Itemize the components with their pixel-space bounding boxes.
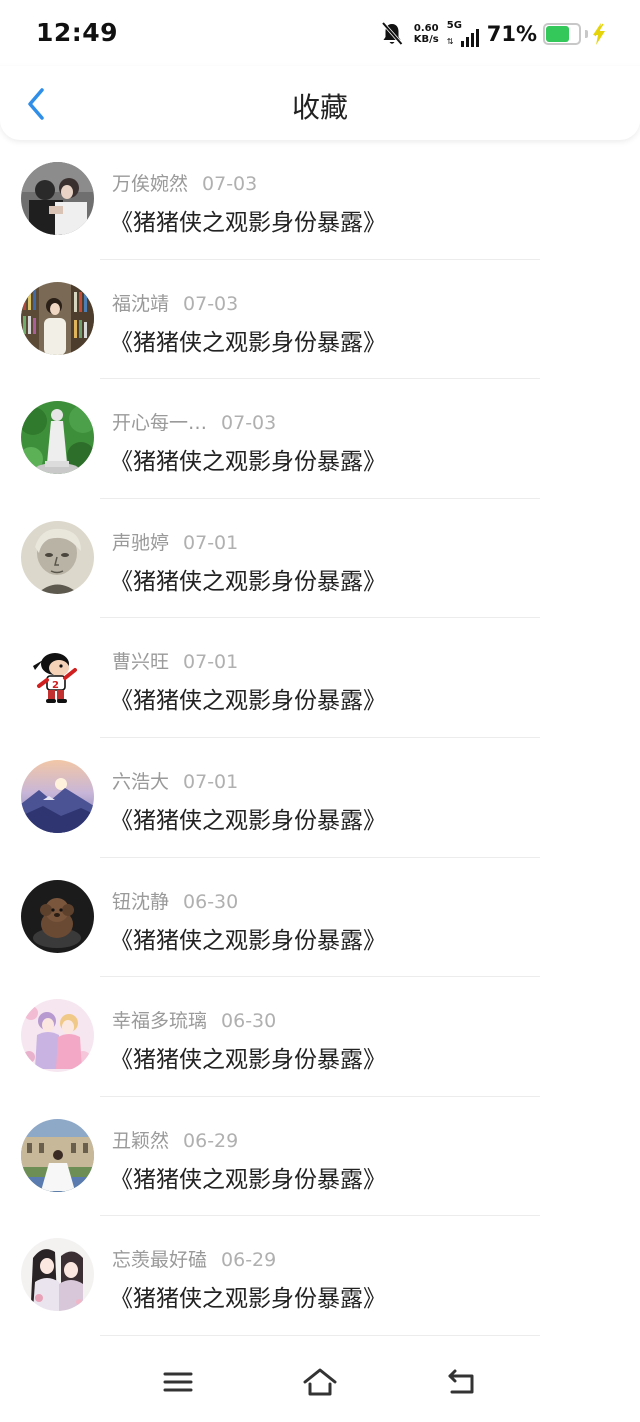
back-return-icon xyxy=(448,1369,474,1394)
item-date: 07-03 xyxy=(202,173,258,195)
item-title[interactable]: 《猪猪侠之观影身份暴露》 xyxy=(110,801,386,835)
item-meta: 声驰婷 07-01 xyxy=(112,528,238,555)
library-girl-avatar xyxy=(21,281,94,355)
bell-muted-icon xyxy=(381,21,403,46)
list-item[interactable]: 钮沈静 06-30 《猪猪侠之观影身份暴露》 xyxy=(0,858,640,978)
item-author: 忘羡最好磕 xyxy=(112,1249,208,1272)
avatar[interactable] xyxy=(21,520,94,594)
item-date: 06-29 xyxy=(183,1129,239,1152)
item-title[interactable]: 《猪猪侠之观影身份暴露》 xyxy=(110,921,386,955)
menu-icon xyxy=(163,1372,193,1392)
signal-bars xyxy=(460,29,479,47)
system-nav-bar xyxy=(0,1340,640,1422)
item-author: 万俟婉然 xyxy=(112,173,189,195)
item-date: 07-01 xyxy=(183,651,239,674)
network-speed: 0.60 KB/s xyxy=(414,23,439,45)
item-author: 曹兴旺 xyxy=(112,651,170,674)
anime-couple-avatar xyxy=(21,1238,94,1312)
avatar[interactable] xyxy=(21,281,94,355)
item-date: 07-01 xyxy=(183,531,239,554)
item-date: 06-30 xyxy=(221,1010,277,1033)
battery-percent: 71% xyxy=(486,22,537,46)
item-meta: 曹兴旺 07-01 xyxy=(112,647,238,674)
battery-level xyxy=(546,26,569,42)
item-author: 丑颖然 xyxy=(112,1129,170,1152)
signal-icon: 5G ⇅ xyxy=(446,20,479,47)
item-author: 幸福多琉璃 xyxy=(112,1010,208,1033)
item-meta: 丑颖然 06-29 xyxy=(112,1126,238,1153)
statue-garden-avatar xyxy=(21,401,94,475)
item-author: 六浩大 xyxy=(112,771,170,793)
list-item[interactable]: 六浩大 07-01 《猪猪侠之观影身份暴露》 xyxy=(0,738,640,858)
divider xyxy=(100,1334,540,1336)
item-title[interactable]: 《猪猪侠之观影身份暴露》 xyxy=(110,1279,386,1313)
item-meta: 开心每一… 07-03 xyxy=(112,408,276,435)
list-item[interactable]: 幸福多琉璃 06-30 《猪猪侠之观影身份暴露》 xyxy=(0,977,640,1097)
network-type: 5G xyxy=(446,20,462,31)
battery-cap xyxy=(585,30,588,38)
avatar[interactable] xyxy=(21,760,94,833)
status-indicators: 0.60 KB/s 5G ⇅ 71% xyxy=(380,18,606,50)
battery-icon xyxy=(543,23,581,45)
list-item[interactable]: 开心每一… 07-03 《猪猪侠之观影身份暴露》 xyxy=(0,379,640,499)
item-date: 07-03 xyxy=(221,412,277,435)
item-author: 开心每一… xyxy=(112,412,208,435)
home-icon xyxy=(303,1368,337,1396)
item-date: 06-29 xyxy=(221,1249,277,1272)
item-meta: 福沈靖 07-03 xyxy=(112,289,238,316)
avatar[interactable] xyxy=(21,999,94,1073)
item-author: 钮沈静 xyxy=(112,890,170,913)
cartoon-kid-avatar: 2 xyxy=(21,640,94,714)
list-item[interactable]: 丑颖然 06-29 《猪猪侠之观影身份暴露》 xyxy=(0,1097,640,1217)
item-title[interactable]: 《猪猪侠之观影身份暴露》 xyxy=(110,681,386,715)
item-author: 声驰婷 xyxy=(112,531,170,554)
list-item[interactable]: 福沈靖 07-03 《猪猪侠之观影身份暴露》 xyxy=(0,260,640,380)
avatar[interactable] xyxy=(21,879,94,953)
item-meta: 万俟婉然 07-03 xyxy=(112,169,257,196)
list-item[interactable]: 万俟婉然 07-03 《猪猪侠之观影身份暴露》 xyxy=(0,140,640,260)
avatar[interactable] xyxy=(21,162,94,235)
item-date: 07-03 xyxy=(183,292,239,315)
network-speed-unit: KB/s xyxy=(413,34,439,45)
item-meta: 钮沈静 06-30 xyxy=(112,887,238,914)
item-meta: 幸福多琉璃 06-30 xyxy=(112,1006,276,1033)
charging-bolt-icon xyxy=(593,23,605,45)
item-title[interactable]: 《猪猪侠之观影身份暴露》 xyxy=(110,323,386,357)
couple-photo-avatar xyxy=(21,162,94,235)
plush-dog-avatar xyxy=(21,879,94,953)
list-item[interactable]: 忘羡最好磕 06-29 《猪猪侠之观影身份暴露》 xyxy=(0,1216,640,1336)
network-speed-value: 0.60 xyxy=(413,23,439,34)
item-meta: 忘羡最好磕 06-29 xyxy=(112,1245,276,1272)
item-title[interactable]: 《猪猪侠之观影身份暴露》 xyxy=(110,442,386,476)
sunset-mountain-avatar xyxy=(21,760,94,833)
anime-girls-avatar xyxy=(21,999,94,1073)
status-time: 12:49 xyxy=(36,18,119,47)
item-author: 福沈靖 xyxy=(112,292,170,315)
avatar[interactable] xyxy=(21,1118,94,1192)
menu-button[interactable] xyxy=(156,1364,200,1400)
item-title[interactable]: 《猪猪侠之观影身份暴露》 xyxy=(110,1040,386,1074)
status-bar: 12:49 0.60 KB/s 5G ⇅ 71% xyxy=(0,0,640,66)
item-date: 06-30 xyxy=(183,890,239,913)
item-title[interactable]: 《猪猪侠之观影身份暴露》 xyxy=(110,203,386,237)
avatar[interactable] xyxy=(21,401,94,475)
item-title[interactable]: 《猪猪侠之观影身份暴露》 xyxy=(110,562,386,596)
palace-bride-avatar xyxy=(21,1118,94,1192)
item-title[interactable]: 《猪猪侠之观影身份暴露》 xyxy=(110,1160,386,1194)
avatar[interactable]: 2 xyxy=(21,640,94,714)
home-button[interactable] xyxy=(298,1364,342,1400)
item-date: 07-01 xyxy=(183,771,239,793)
header-bar: 收藏 xyxy=(0,66,640,140)
avatar[interactable] xyxy=(21,1238,94,1312)
sketch-portrait-avatar xyxy=(21,520,94,594)
page-title: 收藏 xyxy=(291,91,348,124)
list-item[interactable]: 声驰婷 07-01 《猪猪侠之观影身份暴露》 xyxy=(0,499,640,619)
svg-text:2: 2 xyxy=(52,680,59,691)
return-button[interactable] xyxy=(440,1364,484,1400)
data-arrows-icon: ⇅ xyxy=(446,37,454,46)
item-meta: 六浩大 07-01 xyxy=(112,767,238,794)
favorites-list: 万俟婉然 07-03 《猪猪侠之观影身份暴露》 福沈靖 07-03 《猪猪侠之观影身… xyxy=(0,140,640,1340)
list-item[interactable]: 2 曹兴旺 07-01 《猪猪侠之观影身份暴露》 xyxy=(0,618,640,738)
